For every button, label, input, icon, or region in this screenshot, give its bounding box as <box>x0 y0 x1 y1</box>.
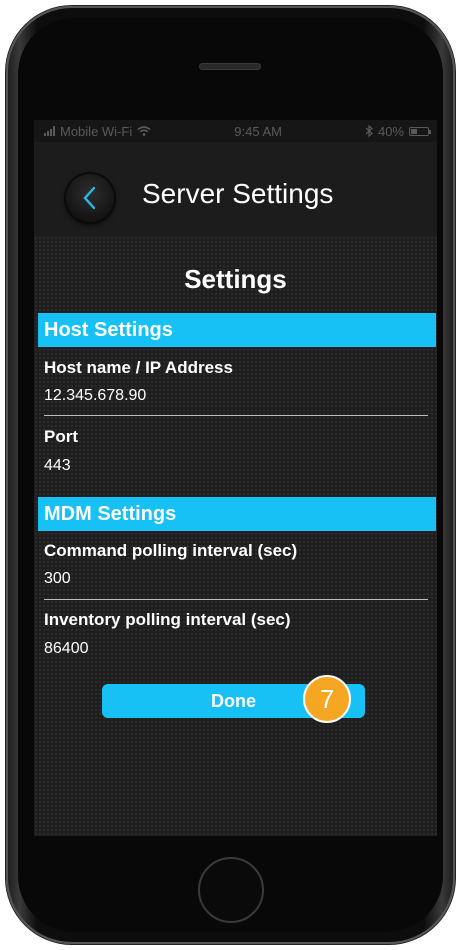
host-name-label: Host name / IP Address <box>44 358 233 377</box>
home-button[interactable] <box>198 857 264 923</box>
bluetooth-icon <box>365 125 373 137</box>
port-field[interactable]: 443 <box>44 457 71 475</box>
back-button[interactable] <box>66 174 114 222</box>
inventory-interval-field[interactable]: 86400 <box>44 640 89 658</box>
step-callout-badge: 7 <box>303 675 351 723</box>
navigation-bar: Server Settings <box>34 142 437 236</box>
chevron-left-icon <box>83 186 96 210</box>
earpiece-speaker <box>200 64 260 69</box>
port-label: Port <box>44 427 78 446</box>
host-name-field[interactable]: 12.345.678.90 <box>44 387 146 405</box>
status-bar: Mobile Wi-Fi 9:45 AM 40% <box>34 120 437 142</box>
divider <box>44 415 428 416</box>
divider <box>44 599 428 600</box>
signal-icon <box>44 126 55 136</box>
settings-heading: Settings <box>184 264 287 294</box>
inventory-interval-label: Inventory polling interval (sec) <box>44 610 291 629</box>
mdm-settings-header: MDM Settings <box>38 497 436 531</box>
command-interval-field[interactable]: 300 <box>44 570 71 588</box>
app-screen: Mobile Wi-Fi 9:45 AM 40% Server Settings… <box>34 120 437 836</box>
wifi-icon <box>137 126 151 136</box>
settings-panel: Settings Host Settings Host name / IP Ad… <box>34 236 437 836</box>
page-title: Server Settings <box>142 178 334 209</box>
command-interval-label: Command polling interval (sec) <box>44 541 298 560</box>
carrier-label: Mobile Wi-Fi <box>60 123 133 139</box>
status-time: 9:45 AM <box>234 123 282 139</box>
battery-percent: 40% <box>377 123 404 139</box>
host-settings-header: Host Settings <box>38 313 436 347</box>
battery-icon <box>409 126 431 136</box>
